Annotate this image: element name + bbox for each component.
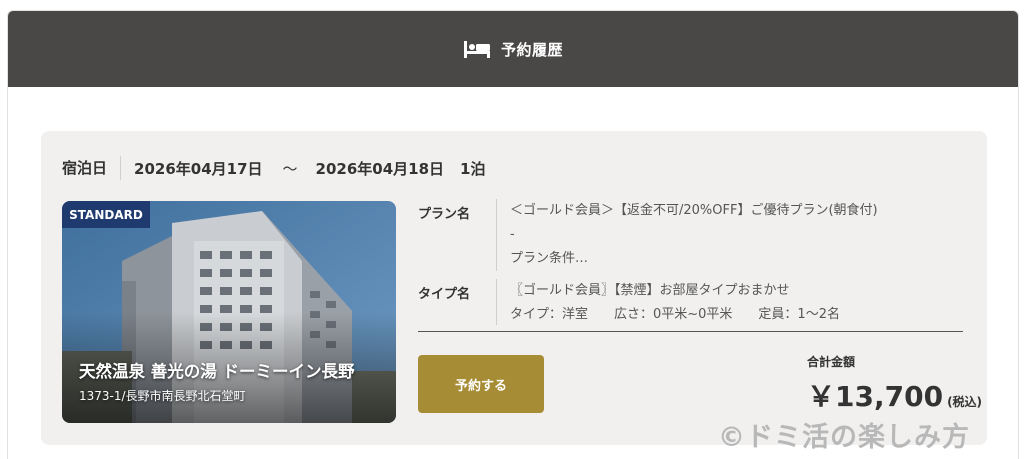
bed-icon (463, 41, 490, 58)
checkout-date: 2026年04月18日 (315, 159, 445, 178)
stay-label: 宿泊日 (62, 156, 122, 180)
panel-header: 予約履歴 (8, 11, 1018, 87)
room-type-name: 〖ゴールド会員〗【禁煙】お部屋タイプおまかせ (510, 283, 790, 298)
room-type-label: タイプ名 (418, 287, 471, 302)
plan-value: ＜ゴールド会員＞【返金不可/20%OFF】ご優待プラン(朝食付) - プラン条件… (496, 199, 878, 271)
room-type-value: 〖ゴールド会員〗【禁煙】お部屋タイプおまかせ タイプ：洋室 広さ：0平米~0平米… (496, 279, 840, 325)
plan-name-text: ＜ゴールド会員＞【返金不可/20%OFF】ご優待プラン(朝食付) (510, 203, 878, 218)
total-label: 合計金額 (807, 355, 856, 369)
stay-dates-row: 宿泊日 2026年04月17日 〜 2026年04月18日 1泊 (62, 155, 485, 181)
plan-grade-badge: STANDARD (62, 201, 150, 228)
reservation-card: 宿泊日 2026年04月17日 〜 2026年04月18日 1泊 STANDAR… (41, 131, 987, 445)
tax-note: (税込) (947, 395, 983, 409)
hotel-photo[interactable]: STANDARD 天然温泉 善光の湯 ドーミーイン長野 1373-1/長野市南長… (62, 201, 396, 423)
checkin-date: 2026年04月17日 (134, 159, 263, 178)
plan-row: プラン名 ＜ゴールド会員＞【返金不可/20%OFF】ご優待プラン(朝食付) - … (418, 199, 963, 271)
reservation-history-panel: 予約履歴 宿泊日 2026年04月17日 〜 2026年04月18日 1泊 ST… (7, 10, 1019, 459)
reservation-details: プラン名 ＜ゴールド会員＞【返金不可/20%OFF】ご優待プラン(朝食付) - … (418, 199, 963, 332)
plan-label: プラン名 (418, 207, 471, 222)
room-type-row: タイプ名 〖ゴールド会員〗【禁煙】お部屋タイプおまかせ タイプ：洋室 広さ：0平… (418, 279, 963, 325)
page-title: 予約履歴 (500, 40, 563, 59)
watermark-text: ©ドミ活の楽しみ方 (718, 422, 970, 453)
plan-conditions-link[interactable]: プラン条件… (510, 247, 878, 271)
room-type-specs: タイプ：洋室 広さ：0平米~0平米 定員：1～2名 (510, 307, 840, 322)
details-divider (418, 331, 963, 332)
total-price-amount: ￥13,700 (807, 380, 944, 413)
reserve-button[interactable]: 予約する (418, 355, 544, 413)
nights-count: 1泊 (460, 159, 486, 178)
hotel-address: 1373-1/長野市南長野北石堂町 (79, 389, 246, 403)
plan-dash-text: - (510, 227, 515, 242)
hotel-name[interactable]: 天然温泉 善光の湯 ドーミーイン長野 (79, 358, 355, 382)
total-price: ￥13,700 (税込) (807, 375, 982, 415)
date-separator: 〜 (282, 159, 298, 178)
